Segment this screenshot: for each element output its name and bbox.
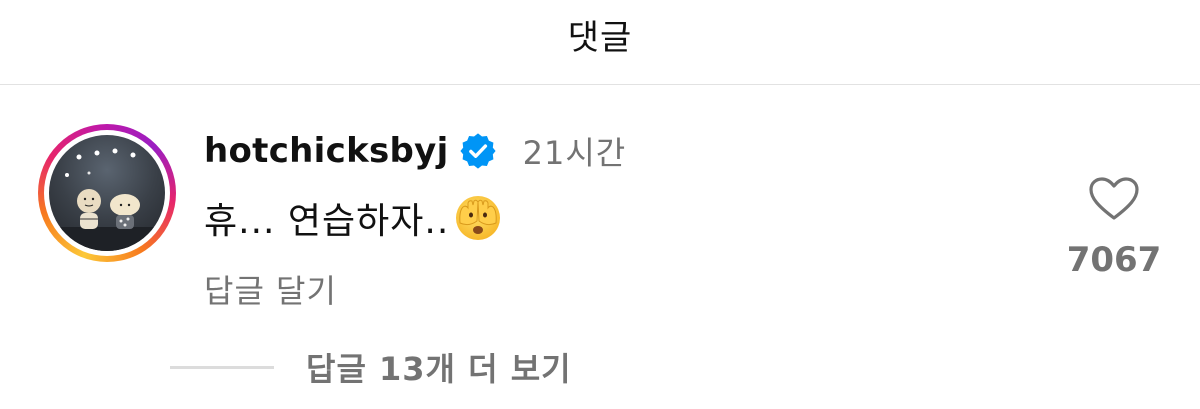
like-area: 7067	[1066, 176, 1162, 280]
verified-badge-icon	[460, 133, 496, 169]
comment: hotchicksbyj 21시간 휴... 연습하자.. 답글 달기	[204, 126, 626, 312]
like-count: 7067	[1066, 240, 1162, 280]
page-title: 댓글	[567, 17, 633, 58]
comment-text-row: 휴... 연습하자..	[204, 192, 626, 244]
comment-time: 21시간	[522, 134, 627, 172]
divider-line	[170, 365, 274, 369]
view-more-replies[interactable]: 답글 13개 더 보기	[170, 344, 572, 390]
comment-text: 휴... 연습하자..	[204, 201, 450, 242]
comment-header: hotchicksbyj 21시간	[204, 126, 626, 176]
face-with-peeking-eye-emoji	[456, 196, 501, 240]
heart-outline-icon[interactable]	[1088, 176, 1140, 222]
story-ring[interactable]	[38, 124, 176, 262]
comments-header: 댓글	[0, 0, 1200, 85]
username[interactable]: hotchicksbyj	[204, 131, 449, 171]
view-more-replies-label[interactable]: 답글 13개 더 보기	[306, 344, 572, 390]
reply-button[interactable]: 답글 달기	[204, 266, 626, 312]
avatar[interactable]	[49, 135, 165, 251]
